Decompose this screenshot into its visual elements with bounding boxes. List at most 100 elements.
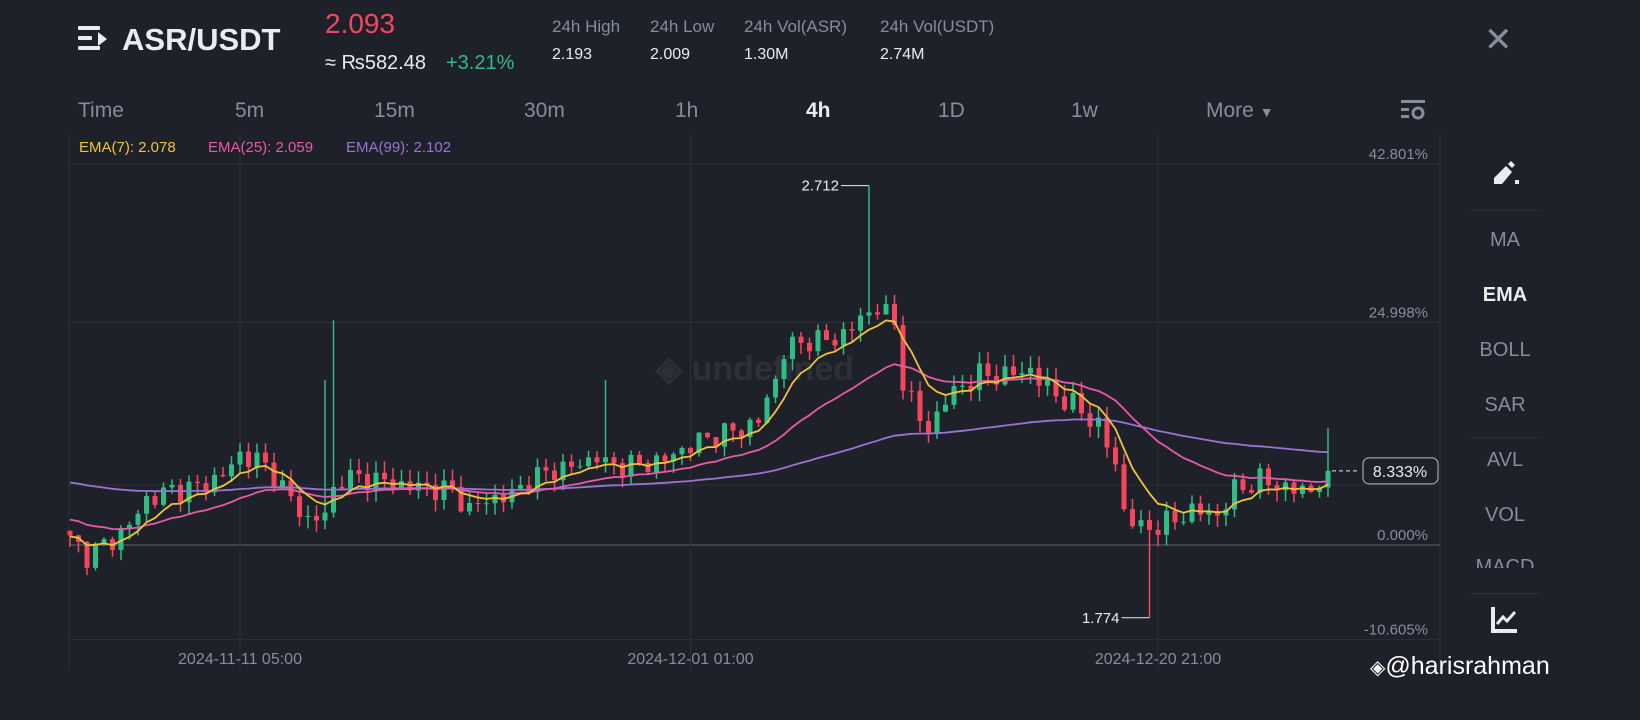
candle-body [841,329,846,346]
candle-body [730,423,736,431]
candle-body [356,470,362,474]
candle-body [1257,468,1263,493]
candle-body [662,455,668,462]
pair-title[interactable]: ASR/USDT [122,22,280,58]
candle-body [645,462,651,473]
candle-body [832,339,838,346]
candle-body [1155,529,1161,535]
legend-ema99: EMA(99): 2.102 [346,139,452,156]
candle-body [339,486,345,489]
candle-body [1045,379,1050,386]
divider [1470,437,1540,438]
indicator-vol[interactable]: VOL [1470,504,1540,527]
tab-1h[interactable]: 1h [675,99,698,123]
candle-body [475,502,481,504]
divider [1470,210,1540,211]
candle-body [824,330,829,340]
candle-body [1198,503,1203,515]
candle-body [1164,510,1169,535]
candle-body [594,457,600,463]
y-tick-label: 24.998% [1369,305,1428,322]
stat-24h-vol-usdt: 24h Vol(USDT) 2.74M [880,17,994,64]
candle-body [297,496,302,518]
tab-1d[interactable]: 1D [938,99,965,123]
tab-4h[interactable]: 4h [806,99,831,123]
candle-body [1147,520,1152,530]
candle-body [1028,367,1033,374]
candle-body [1181,521,1186,523]
tab-1w[interactable]: 1w [1071,99,1098,123]
candle-body [144,496,149,514]
fiat-price: ≈ ₨582.48 [325,52,426,74]
tab-more-label: More [1206,99,1254,122]
stat-value: 2.009 [650,46,691,63]
chart-indicator-icon[interactable] [1490,604,1520,634]
indicator-macd[interactable]: MACD [1470,556,1540,568]
chart-settings-icon[interactable] [1400,98,1426,122]
indicator-ema[interactable]: EMA [1470,284,1540,307]
candle-body [858,315,863,331]
indicator-avl[interactable]: AVL [1470,449,1540,472]
candle-body [237,451,243,465]
candle-body [637,454,642,463]
tab-time[interactable]: Time [78,99,124,123]
candle-body [1070,393,1076,410]
candle-body [1011,366,1016,375]
y-tick-label: 42.801% [1369,146,1428,163]
menu-icon[interactable] [78,26,108,52]
stat-24h-vol-asr: 24h Vol(ASR) 1.30M [744,17,847,64]
candle-body [688,448,693,454]
candle-body [263,452,268,463]
draw-tool-icon[interactable] [1490,158,1522,188]
tab-30m[interactable]: 30m [524,99,565,123]
stat-label: 24h Vol(USDT) [880,17,995,36]
candle-body [1300,485,1305,494]
candle-body [781,359,787,379]
stat-label: 24h Vol(ASR) [744,17,847,36]
legend-ema25: EMA(25): 2.059 [208,139,314,156]
max-price-label: 2.712 [801,178,839,195]
candle-body [815,330,821,352]
candle-body [254,452,260,468]
candle-body [883,303,889,315]
candle-body [220,474,226,477]
candle-body [569,461,574,467]
caret-down-icon: ▼ [1259,104,1274,120]
tab-5m[interactable]: 5m [235,99,264,123]
candle-body [229,464,234,477]
y-tick-label: -10.605% [1364,621,1428,638]
indicator-sar[interactable]: SAR [1470,394,1540,417]
candle-body [441,480,447,500]
candle-body [518,485,523,489]
price-change: +3.21% [446,52,515,74]
candlestick-chart[interactable]: 42.801% 24.998% 0.000% -10.605% 2024-11-11 0… [0,130,1640,670]
stat-value: 2.193 [552,46,593,63]
candle-body [1189,503,1195,522]
candle-body [543,467,549,471]
indicator-macd-clip: MACD [1470,556,1540,568]
indicator-ma[interactable]: MA [1470,229,1540,252]
candle-body [875,312,880,315]
candle-body [926,420,931,434]
candle-body [552,470,557,481]
candle-body [467,502,472,512]
candle-body [1266,468,1271,486]
stat-value: 1.30M [744,46,789,63]
x-tick-label: 2024-12-01 01:00 [627,651,753,668]
indicator-boll[interactable]: BOLL [1470,339,1540,362]
stat-value: 2.74M [880,46,925,63]
candle-body [985,363,991,376]
candle-body [246,451,251,468]
tab-more[interactable]: More ▼ [1206,99,1274,123]
candle-body [577,466,583,468]
stat-label: 24h High [552,17,621,36]
candle-body [1240,479,1246,491]
tab-15m[interactable]: 15m [374,99,415,123]
candle-body [960,385,965,387]
candle-body [322,512,328,521]
candle-body [849,329,855,331]
close-icon[interactable]: ✕ [1484,20,1513,60]
candle-body [1249,490,1254,493]
min-price-label: 1.774 [1082,610,1120,627]
candle-body [934,411,940,434]
